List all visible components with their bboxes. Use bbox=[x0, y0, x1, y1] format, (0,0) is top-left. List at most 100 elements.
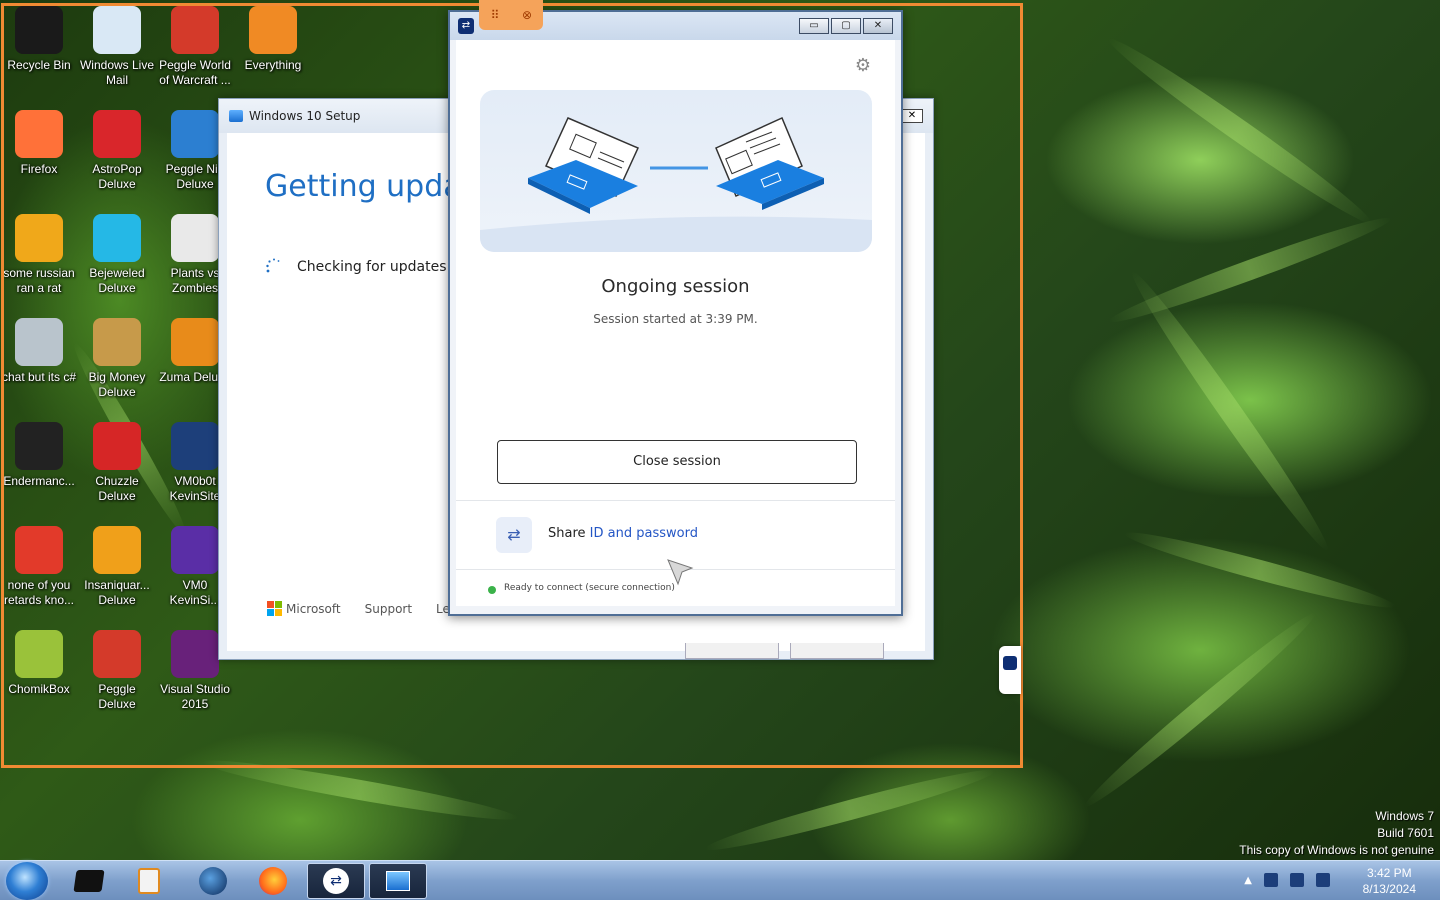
desktop-icon[interactable]: Recycle Bin bbox=[0, 6, 78, 73]
media-player-icon bbox=[138, 868, 160, 894]
desktop-icon-label: AstroPop Deluxe bbox=[92, 162, 142, 191]
microsoft-label: Microsoft bbox=[286, 601, 341, 616]
taskbar-app-setup[interactable] bbox=[369, 863, 427, 899]
share-link-text: ID and password bbox=[589, 526, 698, 541]
share-prefix: Share bbox=[548, 526, 590, 541]
desktop-icon[interactable]: Big Money Deluxe bbox=[78, 318, 156, 400]
desktop-icon[interactable]: Bejeweled Deluxe bbox=[78, 214, 156, 296]
desktop-icon[interactable]: ChomikBox bbox=[0, 630, 78, 697]
taskbar-app-firefox[interactable] bbox=[244, 863, 302, 899]
desktop-icon[interactable]: Peggle Deluxe bbox=[78, 630, 156, 712]
volume-icon[interactable] bbox=[1316, 873, 1330, 887]
chuzzle-icon bbox=[93, 422, 141, 470]
desktop-icon[interactable]: Peggle World of Warcraft ... bbox=[156, 6, 234, 88]
watermark-build: Build 7601 bbox=[1377, 826, 1434, 840]
desktop-icon[interactable]: Endermanc... bbox=[0, 422, 78, 489]
clock-time: 3:42 PM bbox=[1366, 866, 1412, 880]
swap-arrows-icon[interactable]: ⇄ bbox=[496, 517, 532, 553]
firefox-icon bbox=[259, 867, 287, 895]
remote-control-tab[interactable]: ⠿ ⊗ bbox=[479, 0, 543, 30]
terminal-icon bbox=[15, 422, 63, 470]
setup-footer: Microsoft Support Le bbox=[267, 601, 450, 616]
taskbar: ⇄ ▲ 3:42 PM 8/13/2024 bbox=[0, 860, 1440, 900]
spinner-icon bbox=[266, 258, 280, 273]
session-heading: Ongoing session bbox=[601, 276, 750, 297]
desktop-icon-label: Peggle World of Warcraft ... bbox=[159, 58, 231, 87]
watermark-genuine: This copy of Windows is not genuine bbox=[1239, 843, 1434, 857]
teamviewer-logo-icon: ⇄ bbox=[458, 18, 474, 34]
desktop-icon[interactable]: Everything bbox=[234, 6, 312, 73]
back-button[interactable] bbox=[685, 643, 779, 659]
gear-icon[interactable]: ⚙ bbox=[853, 56, 873, 76]
globe-icon bbox=[199, 867, 227, 895]
setup-close-button[interactable]: ✕ bbox=[901, 109, 923, 123]
peggle-deluxe-icon bbox=[93, 630, 141, 678]
astropop-icon bbox=[93, 110, 141, 158]
desktop-icon[interactable]: Insaniquar... Deluxe bbox=[78, 526, 156, 608]
desktop-icon[interactable]: chat but its c# bbox=[0, 318, 78, 385]
teamviewer-content: ⚙ Ongoing session Session started at 3:3… bbox=[456, 40, 895, 606]
close-button[interactable]: ✕ bbox=[863, 18, 893, 34]
desktop-icon[interactable]: Windows Live Mail bbox=[78, 6, 156, 88]
watermark-os: Windows 7 bbox=[1375, 809, 1434, 823]
taskbar-clock[interactable]: 3:42 PM 8/13/2024 bbox=[1363, 865, 1416, 897]
support-link[interactable]: Support bbox=[365, 602, 412, 616]
share-id-password-link[interactable]: Share ID and password bbox=[548, 526, 698, 541]
desktop-icon-label: Endermanc... bbox=[3, 474, 75, 488]
maximize-button[interactable]: ▢ bbox=[831, 18, 861, 34]
desktop-icon-label: none of you retards kno... bbox=[3, 578, 75, 607]
setup-status-text: Checking for updates bbox=[297, 259, 447, 275]
plant-icon bbox=[171, 214, 219, 262]
teamviewer-window[interactable]: ⇄ ▭ ▢ ✕ ⚙ Ongoing session Session starte… bbox=[448, 10, 903, 616]
display-icon[interactable] bbox=[1290, 873, 1304, 887]
teamviewer-icon: ⇄ bbox=[323, 868, 349, 894]
chomikbox-icon bbox=[15, 630, 63, 678]
tray-expand-icon[interactable]: ▲ bbox=[1244, 875, 1252, 886]
zuma-icon bbox=[171, 318, 219, 366]
close-session-button[interactable]: Close session bbox=[497, 440, 857, 484]
status-dot-icon bbox=[488, 586, 496, 594]
desktop-icon[interactable]: Firefox bbox=[0, 110, 78, 177]
desktop-icon[interactable]: Chuzzle Deluxe bbox=[78, 422, 156, 504]
taskbar-app-media[interactable] bbox=[120, 863, 178, 899]
peggle-icon bbox=[171, 6, 219, 54]
divider bbox=[456, 500, 895, 501]
desktop-icon[interactable]: some russian ran a rat bbox=[0, 214, 78, 296]
visual-studio-icon bbox=[171, 630, 219, 678]
firefox-icon bbox=[15, 110, 63, 158]
taskbar-app-console[interactable] bbox=[60, 863, 118, 899]
teamviewer-side-handle[interactable] bbox=[999, 646, 1021, 694]
de-icon bbox=[15, 214, 63, 262]
taskbar-app-globe[interactable] bbox=[184, 863, 242, 899]
desktop-icon-label: Big Money Deluxe bbox=[88, 370, 146, 399]
setup-heading: Getting updat bbox=[265, 169, 474, 204]
desktop-icon-label: Windows Live Mail bbox=[79, 58, 155, 87]
close-remote-icon[interactable]: ⊗ bbox=[518, 8, 536, 22]
connection-status: Ready to connect (secure connection) bbox=[504, 583, 675, 593]
laptops-connected-icon bbox=[480, 116, 872, 252]
setup-window-icon bbox=[229, 110, 243, 122]
desktop-icon-label: Bejeweled Deluxe bbox=[89, 266, 145, 295]
session-started-text: Session started at 3:39 PM. bbox=[593, 312, 758, 326]
desktop-icon[interactable]: AstroPop Deluxe bbox=[78, 110, 156, 192]
gem-icon bbox=[93, 214, 141, 262]
desktop-icon-label: Visual Studio 2015 bbox=[160, 682, 230, 711]
desktop-icon-label: Insaniquar... Deluxe bbox=[84, 578, 150, 607]
start-button[interactable] bbox=[6, 862, 48, 900]
grip-icon[interactable]: ⠿ bbox=[486, 8, 504, 22]
mouse-cursor-icon bbox=[667, 559, 694, 586]
desktop-icon-label: Peggle Deluxe bbox=[98, 682, 136, 711]
desktop-icon-label: Recycle Bin bbox=[7, 58, 71, 72]
desktop-icon-label: Firefox bbox=[20, 162, 58, 176]
taskbar-app-teamviewer[interactable]: ⇄ bbox=[307, 863, 365, 899]
fish-icon bbox=[93, 526, 141, 574]
network-icon[interactable] bbox=[1264, 873, 1278, 887]
minimize-button[interactable]: ▭ bbox=[799, 18, 829, 34]
next-button[interactable] bbox=[790, 643, 884, 659]
desktop-icon[interactable]: none of you retards kno... bbox=[0, 526, 78, 608]
peggle-nights-icon bbox=[171, 110, 219, 158]
desktop-icon-label: ChomikBox bbox=[8, 682, 70, 696]
session-illustration bbox=[480, 90, 872, 252]
microsoft-logo-icon bbox=[267, 601, 282, 616]
setup-window-title: Windows 10 Setup bbox=[249, 109, 361, 123]
